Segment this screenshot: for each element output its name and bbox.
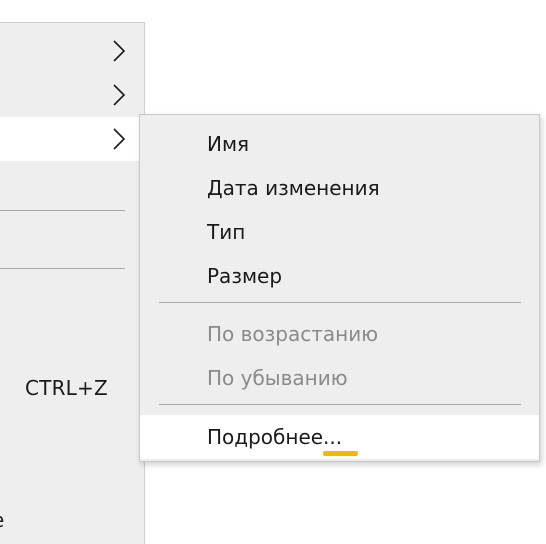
parent-menu-item-submenu-1[interactable]: [0, 29, 144, 73]
parent-context-menu: CTRL+Z e: [0, 22, 145, 544]
sort-descending[interactable]: По убыванию: [140, 356, 539, 400]
parent-menu-separator: [0, 268, 125, 269]
more-sort-options[interactable]: Подробнее...: [140, 415, 539, 459]
screen: CTRL+Z e Имя Дата изменения Тип Размер П…: [0, 0, 546, 544]
submenu-separator: [159, 404, 521, 405]
chevron-right-icon: [113, 128, 126, 150]
focus-indicator: [323, 451, 358, 456]
sort-by-type[interactable]: Тип: [140, 210, 539, 254]
clipped-menu-label: e: [0, 508, 4, 532]
chevron-right-icon: [113, 40, 126, 62]
parent-menu-separator: [0, 210, 125, 211]
submenu-separator: [159, 302, 521, 303]
undo-shortcut-label: CTRL+Z: [25, 376, 108, 400]
sort-ascending[interactable]: По возрастанию: [140, 312, 539, 356]
parent-menu-item-sort-by[interactable]: [0, 117, 144, 161]
sort-by-submenu: Имя Дата изменения Тип Размер По возраст…: [139, 114, 540, 462]
sort-by-date-modified[interactable]: Дата изменения: [140, 166, 539, 210]
parent-menu-item-submenu-2[interactable]: [0, 73, 144, 117]
more-sort-options-label: Подробнее...: [207, 425, 343, 449]
chevron-right-icon: [113, 84, 126, 106]
sort-by-name[interactable]: Имя: [140, 122, 539, 166]
sort-by-size[interactable]: Размер: [140, 254, 539, 298]
